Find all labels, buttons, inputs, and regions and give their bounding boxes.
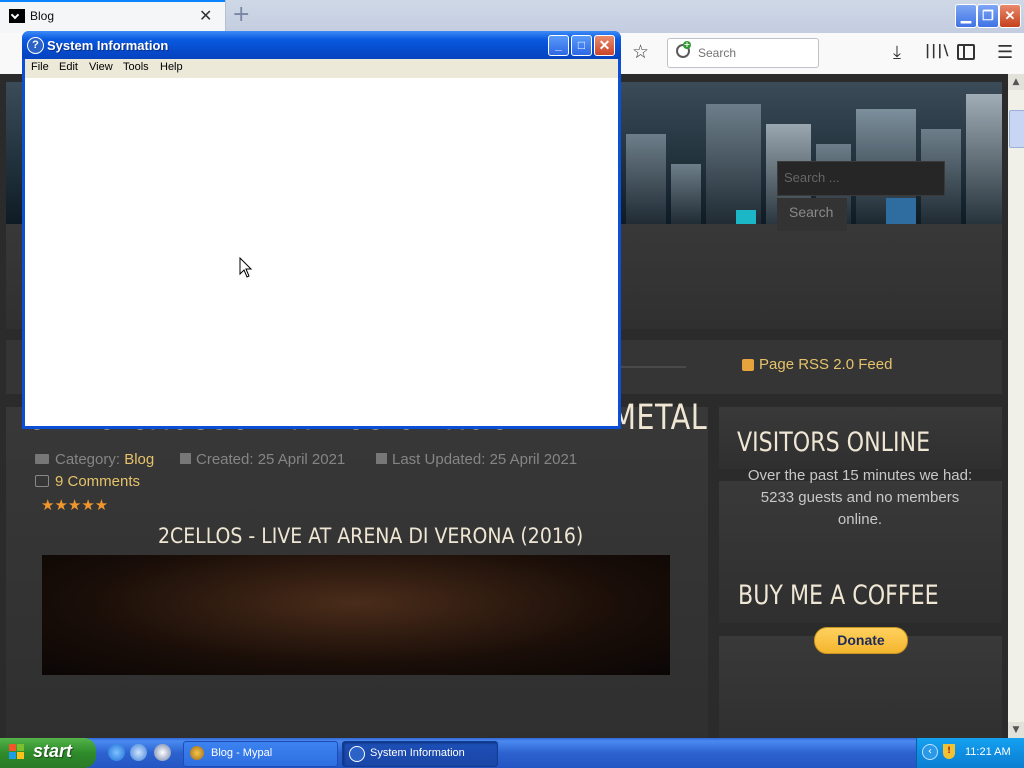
rating-stars[interactable]: ★★★★★: [41, 496, 108, 514]
search-placeholder: Search: [698, 46, 737, 60]
browser-close-button[interactable]: ✕: [999, 4, 1021, 28]
browser-restore-button[interactable]: ❐: [977, 4, 999, 28]
browser-search-input[interactable]: + Search: [667, 38, 819, 68]
page-scrollbar[interactable]: [1008, 74, 1024, 738]
taskbar-item-label: Blog - Mypal: [211, 747, 273, 759]
scroll-up-arrow-icon[interactable]: ▲: [1008, 74, 1024, 90]
browser-quicklaunch-icon[interactable]: [130, 744, 147, 761]
menu-edit[interactable]: Edit: [59, 61, 78, 73]
article-category: Category: Blog: [35, 451, 154, 468]
concert-video[interactable]: [42, 555, 670, 675]
windows-logo-icon: [9, 744, 26, 761]
visitors-text: Over the past 15 minutes we had: 5233 gu…: [747, 467, 973, 528]
downloads-icon[interactable]: ⤓: [893, 42, 901, 63]
comments-icon: [35, 475, 49, 487]
library-icon[interactable]: |||\: [925, 43, 949, 59]
window-content-area: [25, 78, 618, 426]
rss-icon: [742, 359, 754, 371]
site-favicon-icon: [9, 9, 25, 23]
new-tab-button[interactable]: +: [232, 2, 250, 27]
comments-link[interactable]: 9 Comments: [55, 473, 140, 490]
taskbar-item-system-information[interactable]: System Information: [342, 741, 498, 767]
scroll-down-arrow-icon[interactable]: ▼: [1008, 722, 1024, 738]
category-link[interactable]: Blog: [124, 451, 154, 468]
tab-blog[interactable]: Blog ✕: [0, 0, 226, 33]
menu-file[interactable]: File: [31, 61, 49, 73]
window-titlebar[interactable]: ? System Information _ □ ✕: [22, 31, 621, 59]
coffee-title: BUY ME A COFFEE: [738, 580, 939, 611]
mypal-browser-icon: [190, 746, 204, 760]
folder-icon: [35, 454, 49, 464]
scrollbar-thumb[interactable]: [1009, 110, 1024, 148]
article-subtitle: 2CELLOS - LIVE AT ARENA DI VERONA (2016): [158, 524, 584, 548]
tab-strip: Blog ✕ + ▁ ❐ ✕: [0, 0, 1024, 33]
mouse-pointer-icon: [239, 257, 253, 278]
help-icon: [349, 746, 365, 762]
security-shield-icon[interactable]: !: [943, 744, 955, 759]
category-label: Category:: [55, 451, 125, 468]
maximize-button[interactable]: □: [571, 35, 592, 56]
menu-view[interactable]: View: [89, 61, 113, 73]
add-search-engine-icon: +: [683, 40, 691, 49]
menu-help[interactable]: Help: [160, 61, 183, 73]
updated-date: Last Updated: 25 April 2021: [392, 451, 578, 468]
media-player-icon[interactable]: [154, 744, 171, 761]
visitors-title: VISITORS ONLINE: [737, 427, 931, 458]
menu-bar: File Edit View Tools Help: [25, 59, 618, 78]
minimize-button[interactable]: _: [548, 35, 569, 56]
help-icon: ?: [27, 37, 44, 54]
close-button[interactable]: ✕: [594, 35, 615, 56]
created-date: Created: 25 April 2021: [196, 451, 346, 468]
calendar-icon: [376, 453, 387, 464]
start-label: start: [33, 741, 73, 761]
clock: 11:21 AM: [965, 746, 1011, 758]
internet-explorer-icon[interactable]: [108, 744, 125, 761]
menu-tools[interactable]: Tools: [123, 61, 149, 73]
browser-minimize-button[interactable]: ▁: [955, 4, 977, 28]
article-updated: Last Updated: 25 April 2021: [376, 451, 577, 468]
hamburger-menu-icon[interactable]: ☰: [997, 42, 1013, 63]
calendar-icon: [180, 453, 191, 464]
show-hidden-icons-icon[interactable]: ‹: [922, 744, 938, 760]
tab-title: Blog: [30, 9, 55, 23]
tab-close-icon[interactable]: ✕: [199, 6, 212, 25]
site-search-placeholder: Search ...: [784, 170, 840, 185]
taskbar-item-blog[interactable]: Blog - Mypal: [183, 741, 338, 767]
sidebar-toggle-icon[interactable]: [957, 44, 975, 60]
window-title: System Information: [47, 38, 169, 53]
site-search-button-label: Search: [789, 204, 834, 220]
article-created: Created: 25 April 2021: [180, 451, 345, 468]
taskbar-item-label: System Information: [370, 747, 465, 759]
rss-feed-link[interactable]: Page RSS 2.0 Feed: [759, 356, 892, 373]
bookmark-star-icon[interactable]: ☆: [632, 41, 649, 63]
donate-button[interactable]: Donate: [814, 627, 908, 654]
system-information-window: ? System Information _ □ ✕ File Edit Vie…: [22, 31, 621, 429]
